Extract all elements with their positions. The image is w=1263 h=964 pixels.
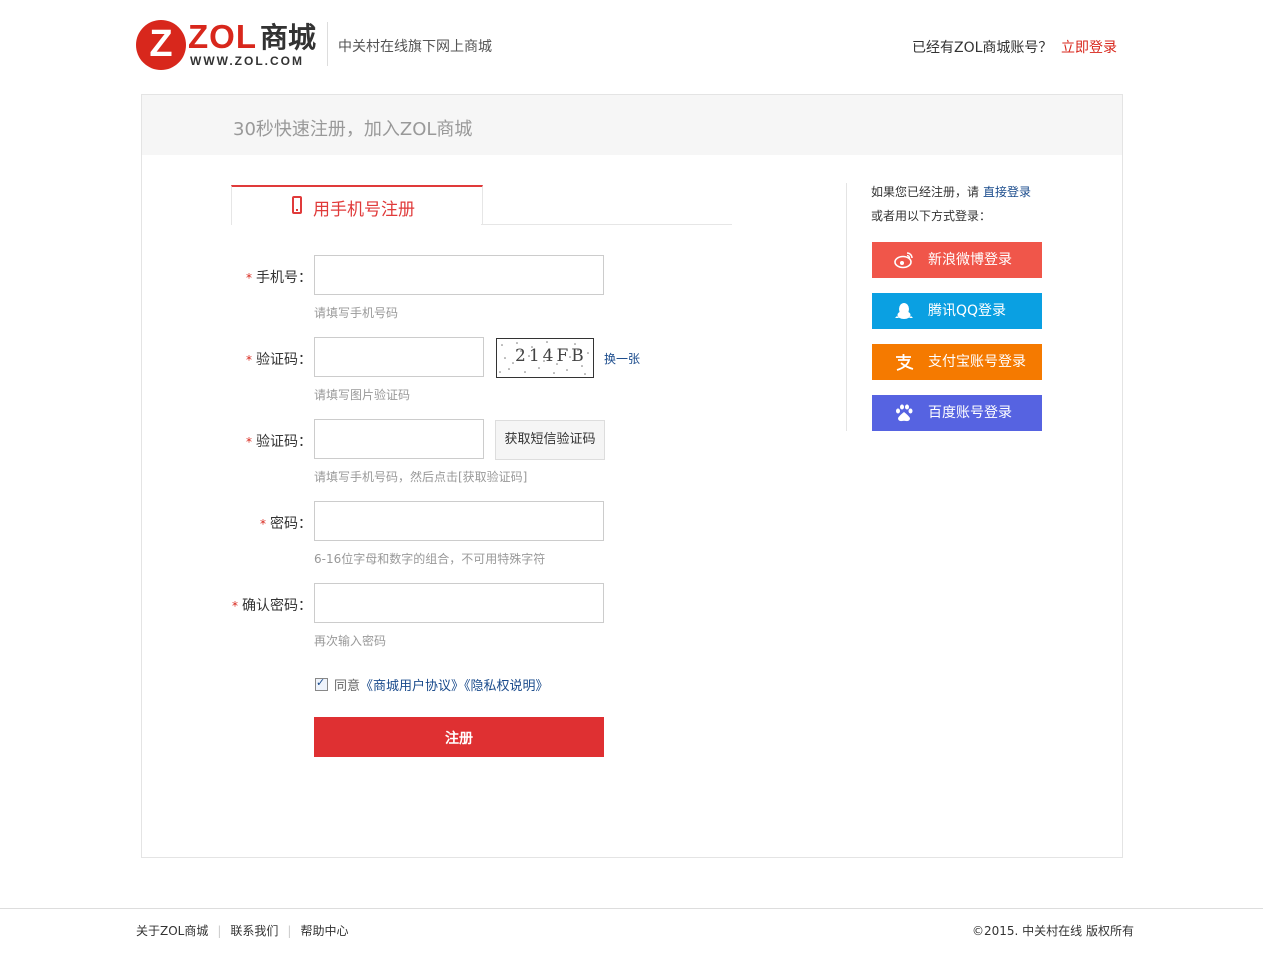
sms-code-input[interactable]: [314, 419, 484, 459]
footer-link-about[interactable]: 关于ZOL商城: [136, 924, 208, 938]
already-registered-text: 如果您已经注册，请 直接登录: [871, 183, 1031, 200]
footer-link-help[interactable]: 帮助中心: [300, 924, 348, 938]
mobile-phone-icon: [292, 196, 302, 214]
logo-divider: [327, 22, 328, 66]
alipay-icon: [896, 354, 914, 371]
phone-input[interactable]: [314, 255, 604, 295]
captcha-label-text: 验证码：: [256, 352, 312, 368]
qq-login-label: 腾讯QQ登录: [928, 303, 1007, 319]
captcha-image[interactable]: 214FB: [496, 338, 594, 378]
panel-header: 30秒快速注册，加入ZOL商城: [142, 95, 1122, 155]
tab-underline: [481, 224, 732, 225]
tab-label: 用手机号注册: [313, 200, 415, 220]
sms-code-label: * 验证码：: [142, 431, 312, 451]
get-sms-code-button[interactable]: 获取短信验证码: [495, 420, 605, 460]
captcha-hint: 请填写图片验证码: [314, 388, 411, 402]
site-slogan: 中关村在线旗下网上商城: [338, 39, 492, 55]
logo-brand-cn: 商城: [260, 21, 317, 54]
agree-checkbox[interactable]: [315, 676, 328, 691]
login-now-link[interactable]: 立即登录: [1061, 37, 1117, 57]
confirm-password-input[interactable]: [314, 583, 604, 623]
user-agreement-link[interactable]: 《商城用户协议》: [360, 679, 464, 694]
already-registered-label: 如果您已经注册，请: [871, 185, 980, 199]
qq-icon: [895, 303, 913, 319]
qq-login-button[interactable]: 腾讯QQ登录: [872, 293, 1042, 329]
register-panel: 30秒快速注册，加入ZOL商城 用手机号注册 * 手机号： 请填写手机号码 * 验证…: [141, 94, 1123, 858]
agreement-row: 同意《商城用户协议》《隐私权说明》: [315, 675, 549, 694]
agree-prefix: 同意: [334, 679, 361, 694]
captcha-label: * 验证码：: [142, 349, 312, 369]
required-mark: *: [246, 435, 252, 449]
captcha-input[interactable]: [314, 337, 484, 377]
confirm-password-label: * 确认密码：: [142, 595, 312, 615]
direct-login-link[interactable]: 直接登录: [983, 185, 1031, 199]
phone-label: * 手机号：: [142, 267, 312, 287]
weibo-login-button[interactable]: 新浪微博登录: [872, 242, 1042, 278]
footer-links: 关于ZOL商城 | 联系我们 | 帮助中心: [136, 922, 348, 939]
baidu-icon: [896, 404, 913, 422]
footer-link-contact[interactable]: 联系我们: [230, 924, 278, 938]
logo-badge: Z: [136, 20, 186, 70]
phone-label-text: 手机号：: [256, 270, 312, 286]
captcha-refresh-link[interactable]: 换一张: [604, 350, 640, 367]
register-button[interactable]: 注册: [314, 717, 604, 757]
other-login-text: 或者用以下方式登录：: [871, 209, 992, 223]
logo-badge-letter: Z: [149, 23, 173, 65]
tab-phone-register[interactable]: 用手机号注册: [231, 185, 483, 225]
password-label-text: 密码：: [270, 516, 312, 532]
baidu-login-button[interactable]: 百度账号登录: [872, 395, 1042, 431]
required-mark: *: [246, 353, 252, 367]
phone-hint: 请填写手机号码: [314, 306, 399, 320]
confirm-password-hint: 再次输入密码: [314, 634, 387, 648]
alipay-login-button[interactable]: 支付宝账号登录: [872, 344, 1042, 380]
weibo-login-label: 新浪微博登录: [928, 252, 1012, 268]
footer-separator: |: [217, 924, 222, 938]
privacy-link[interactable]: 《隐私权说明》: [464, 679, 549, 694]
password-hint: 6-16位字母和数字的组合，不可用特殊字符: [314, 552, 546, 566]
side-divider: [846, 183, 847, 431]
confirm-password-label-text: 确认密码：: [242, 598, 312, 614]
footer-divider: [0, 908, 1263, 909]
required-mark: *: [246, 271, 252, 285]
page-title: 30秒快速注册，加入ZOL商城: [233, 119, 473, 140]
sms-code-label-text: 验证码：: [256, 434, 312, 450]
required-mark: *: [260, 517, 266, 531]
password-input[interactable]: [314, 501, 604, 541]
password-label: * 密码：: [142, 513, 312, 533]
have-account-text: 已经有ZOL商城账号？: [912, 40, 1053, 56]
zol-logo[interactable]: Z ZOL 商城 WWW.ZOL.COM: [136, 18, 324, 70]
logo-url: WWW.ZOL.COM: [190, 54, 304, 68]
logo-brand: ZOL: [188, 18, 257, 55]
weibo-icon: [894, 252, 913, 269]
copyright-text: ©2015. 中关村在线 版权所有: [972, 924, 1134, 938]
sms-code-hint: 请填写手机号码，然后点击[获取验证码]: [314, 470, 528, 484]
required-mark: *: [232, 599, 238, 613]
footer-separator: |: [287, 924, 292, 938]
baidu-login-label: 百度账号登录: [928, 405, 1012, 421]
site-header: Z ZOL 商城 WWW.ZOL.COM 中关村在线旗下网上商城 已经有ZOL商…: [0, 0, 1263, 90]
alipay-login-label: 支付宝账号登录: [928, 354, 1026, 370]
captcha-text: 214FB: [515, 346, 587, 366]
